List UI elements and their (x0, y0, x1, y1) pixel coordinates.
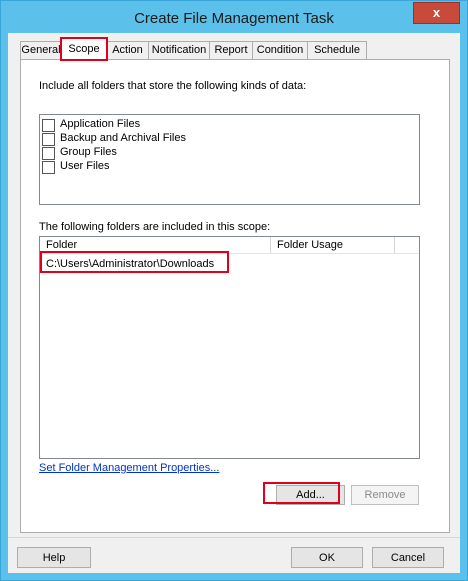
include-data-label: Include all folders that store the follo… (39, 80, 307, 92)
tab-notification[interactable]: Notification (148, 41, 210, 60)
add-button[interactable]: Add... (276, 485, 345, 505)
checkbox-label: Application Files (60, 118, 141, 130)
dialog-window: Create File Management Task x General Sc… (0, 0, 468, 581)
folders-in-scope-label: The following folders are included in th… (39, 221, 271, 233)
set-folder-management-properties-link[interactable]: Set Folder Management Properties... (39, 462, 219, 474)
footer-separator (8, 537, 460, 538)
checkbox-box[interactable] (42, 161, 55, 174)
help-button[interactable]: Help (17, 547, 91, 568)
checkbox-box[interactable] (42, 147, 55, 160)
window-title: Create File Management Task (134, 10, 334, 27)
checkbox-box[interactable] (42, 119, 55, 132)
column-header-folder[interactable]: Folder (40, 237, 271, 253)
ok-button[interactable]: OK (291, 547, 363, 568)
tab-scope[interactable]: Scope (61, 38, 107, 61)
tab-condition[interactable]: Condition (252, 41, 308, 60)
data-kinds-checklist[interactable]: Application Files Backup and Archival Fi… (39, 114, 420, 205)
tab-schedule[interactable]: Schedule (307, 41, 367, 60)
checkbox-label: User Files (60, 160, 110, 172)
checkbox-label: Backup and Archival Files (60, 132, 186, 144)
column-header-folder-usage[interactable]: Folder Usage (271, 237, 395, 253)
tab-general[interactable]: General (20, 41, 62, 60)
header-divider (40, 253, 419, 254)
folder-row-path[interactable]: C:\Users\Administrator\Downloads (46, 258, 214, 270)
scope-tab-panel: Include all folders that store the follo… (20, 59, 450, 533)
checkbox-label: Group Files (60, 146, 117, 158)
remove-button[interactable]: Remove (351, 485, 419, 505)
checkbox-box[interactable] (42, 133, 55, 146)
cancel-button[interactable]: Cancel (372, 547, 444, 568)
dialog-client-area: General Scope Action Notification Report… (8, 33, 460, 573)
tab-action[interactable]: Action (106, 41, 149, 60)
title-bar[interactable]: Create File Management Task x (1, 1, 467, 33)
folders-listview[interactable]: Folder Folder Usage C:\Users\Administrat… (39, 236, 420, 459)
close-button[interactable]: x (413, 2, 460, 24)
tab-report[interactable]: Report (209, 41, 253, 60)
